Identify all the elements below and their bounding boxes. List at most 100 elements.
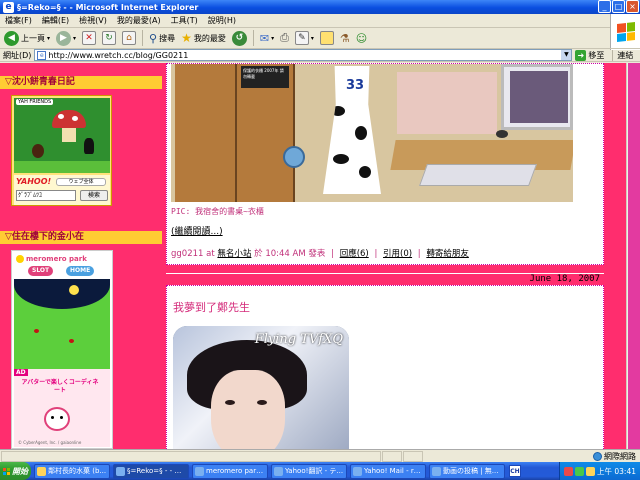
taskbar-item[interactable]: meromero park - ... — [192, 463, 268, 479]
trackback-link[interactable]: 引用(0) — [383, 249, 412, 259]
web-scope-button[interactable]: ウェブ全体 — [56, 178, 106, 186]
zone-label: 網際網路 — [604, 451, 636, 461]
time-prefix: 於 — [254, 249, 263, 259]
mail-button[interactable]: ✉ ▾ — [258, 29, 276, 47]
forward-dropdown-icon[interactable]: ▾ — [73, 35, 76, 42]
edit-button[interactable]: ✎ ▾ — [293, 29, 316, 47]
go-button[interactable]: ➜ 移至 — [575, 49, 604, 61]
tray-icon[interactable] — [564, 466, 573, 476]
portrait-face — [211, 370, 285, 449]
meta-divider: | — [417, 249, 421, 259]
wall-clock — [283, 146, 305, 168]
clock[interactable]: 上午 03:41 — [597, 466, 636, 477]
back-dropdown-icon[interactable]: ▾ — [47, 35, 50, 42]
yahoo-search-input[interactable]: ｸﾞﾗﾌﾞﾑﾂﾕ — [16, 190, 76, 201]
post-image[interactable]: Flying TVfXQ — [173, 326, 349, 449]
favorites-button[interactable]: ★ 我的最愛 — [179, 29, 228, 47]
bug-icon[interactable] — [34, 329, 39, 333]
sidebar-section-title: ▽住在樓下的金小在 — [0, 231, 162, 244]
vertical-scrollbar[interactable] — [626, 63, 640, 449]
history-button[interactable]: ↺ — [230, 29, 249, 47]
read-more-link[interactable]: (繼續閱讀...) — [171, 224, 223, 237]
back-button[interactable]: ◀ 上一頁 ▾ — [2, 29, 52, 47]
discuss-button[interactable] — [318, 29, 336, 47]
status-bar: 網際網路 — [0, 449, 640, 462]
history-icon: ↺ — [231, 30, 247, 46]
address-url[interactable]: http://www.wretch.cc/blog/GG0211 — [48, 51, 561, 60]
home-button[interactable]: ⌂ — [120, 29, 138, 47]
widget-tag: YAH FRIENDS — [16, 99, 54, 105]
post-at: at — [206, 249, 215, 259]
language-indicator[interactable]: CH — [509, 465, 521, 477]
taskbar-item-label: meromero park - ... — [206, 467, 265, 475]
address-label: 網址(D) — [3, 50, 32, 60]
forward-button[interactable]: ▶ ▾ — [54, 29, 78, 47]
maximize-button[interactable]: □ — [612, 0, 625, 13]
stop-button[interactable]: ✕ — [80, 29, 98, 47]
start-button[interactable]: 開始 — [0, 462, 31, 480]
title-bar[interactable]: e §=Reko=§ - - Microsoft Internet Explor… — [0, 0, 640, 14]
tray-icon[interactable] — [575, 466, 584, 476]
close-button[interactable]: × — [626, 0, 639, 13]
home-button-widget[interactable]: HOME — [66, 266, 95, 276]
taskbar-item-label: Yahoo! Mail - roc... — [364, 467, 423, 475]
minimize-button[interactable]: _ — [598, 0, 611, 13]
taskbar-item-active[interactable]: §=Reko=§ - - Micr... — [113, 463, 189, 479]
computer-monitor — [501, 64, 573, 130]
links-button[interactable]: 連結 — [612, 49, 633, 61]
yahoo-search-button[interactable]: 検索 — [80, 190, 108, 201]
star-icon: ★ — [181, 31, 192, 45]
meta-divider: | — [374, 249, 378, 259]
meromero-logo: meromero park — [16, 254, 108, 264]
tray-icon[interactable] — [586, 466, 595, 476]
blog-sidebar: ▽沈小餅青春日記 YAH FRIENDS YAHOO! ウェブ全体 ｸﾞﾗﾌﾞﾑ… — [0, 63, 162, 449]
menu-tools[interactable]: 工具(T) — [166, 15, 203, 26]
mail-icon: ✉ — [259, 31, 270, 45]
blog-post: 我夢到了鄭先生 Flying TVfXQ — [166, 285, 604, 449]
blog-name-link[interactable]: 無名小站 — [217, 249, 251, 259]
ie-icon — [274, 466, 283, 476]
address-input[interactable]: e http://www.wretch.cc/blog/GG0211 ▼ — [34, 49, 573, 61]
research-button[interactable]: ⚗ — [338, 29, 352, 47]
taskbar-item-label: 鄰村長的水菓 (b... — [48, 467, 107, 475]
share-link[interactable]: 轉寄給朋友 — [426, 249, 469, 259]
post-title[interactable]: 我夢到了鄭先生 — [173, 299, 250, 315]
menu-edit[interactable]: 編輯(E) — [37, 15, 74, 26]
ie-icon — [195, 466, 204, 476]
print-button[interactable]: ⎙ — [278, 29, 291, 47]
friends-scene[interactable]: YAH FRIENDS — [14, 98, 110, 173]
globe-icon — [593, 451, 602, 461]
refresh-button[interactable]: ↻ — [100, 29, 118, 47]
scrollbar-thumb[interactable] — [628, 63, 640, 449]
avatar-character[interactable] — [32, 144, 44, 158]
messenger-button[interactable]: ☺ — [354, 29, 369, 47]
menu-help[interactable]: 說明(H) — [203, 15, 241, 26]
address-dropdown-icon[interactable]: ▼ — [561, 50, 572, 60]
bug-icon[interactable] — [69, 339, 74, 343]
yahoo-friends-widget[interactable]: YAH FRIENDS YAHOO! ウェブ全体 ｸﾞﾗﾌﾞﾑﾂﾕ 検索 — [11, 95, 112, 206]
avatar-character[interactable] — [84, 138, 94, 154]
ad-copyright: © CyberAgent, Inc. / gaiaonline — [18, 440, 82, 445]
menu-view[interactable]: 檢視(V) — [74, 15, 112, 26]
menu-favorites[interactable]: 我的最愛(A) — [112, 15, 166, 26]
search-button[interactable]: ⚲ 搜尋 — [147, 29, 177, 47]
meta-divider: | — [331, 249, 334, 259]
go-arrow-icon: ➜ — [575, 49, 587, 61]
reply-link[interactable]: 回應(6) — [340, 249, 369, 259]
avatar-advert[interactable]: AD アバターで楽しくコーディネート © CyberAgent, Inc. / … — [14, 369, 110, 447]
meromero-game-area[interactable] — [14, 279, 110, 369]
meromero-logo-text: meromero park — [26, 255, 87, 263]
menu-file[interactable]: 檔案(F) — [0, 15, 37, 26]
computer-mouse — [496, 130, 508, 138]
research-icon: ⚗ — [339, 31, 350, 45]
slot-button[interactable]: SLOT — [28, 266, 54, 276]
start-label: 開始 — [12, 466, 28, 476]
post-published: 發表 — [308, 249, 326, 259]
post-photo[interactable]: 保護的衣櫃 2007年 請勿轉載 33 — [171, 64, 573, 202]
taskbar-item[interactable]: 鄰村長的水菓 (b... — [34, 463, 110, 479]
taskbar-item[interactable]: 動画の投稿 | 無... — [429, 463, 505, 479]
ad-label: AD — [14, 369, 28, 376]
taskbar-item[interactable]: Yahoo! Mail - roc... — [350, 463, 426, 479]
taskbar-item[interactable]: Yahoo!翻訳 - テ... — [271, 463, 347, 479]
meromero-park-widget[interactable]: meromero park SLOT HOME AD アバターで楽しくコーディネ… — [11, 250, 113, 449]
